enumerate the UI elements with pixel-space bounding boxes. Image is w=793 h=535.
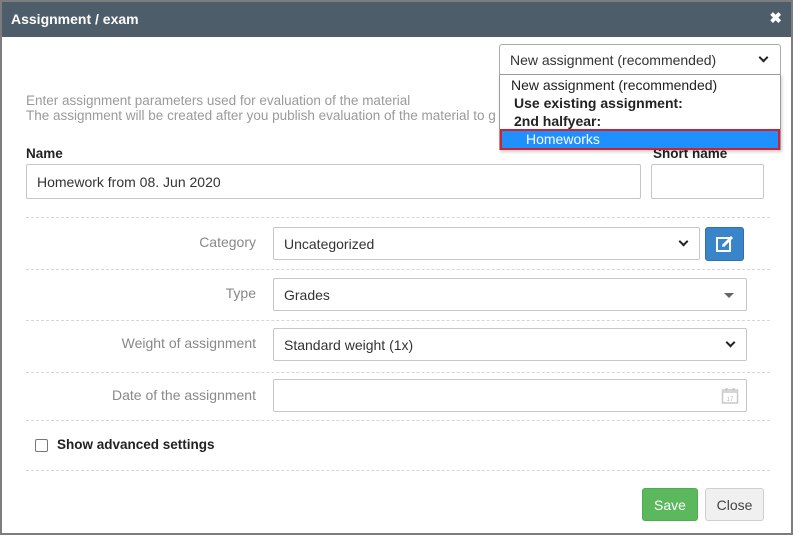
help-text-line1: Enter assignment parameters used for eva…: [26, 93, 411, 108]
category-label: Category: [199, 234, 256, 250]
weight-select-value: Standard weight (1x): [284, 336, 414, 353]
edit-icon: [715, 235, 733, 252]
advanced-settings-checkbox[interactable]: [35, 439, 48, 452]
date-label: Date of the assignment: [112, 387, 256, 403]
name-label: Name: [26, 146, 63, 161]
assignment-select[interactable]: New assignment (recommended): [499, 44, 781, 76]
chevron-down-icon: [678, 236, 689, 247]
close-icon[interactable]: ✖: [769, 11, 782, 26]
chevron-down-icon: [758, 52, 769, 63]
save-button[interactable]: Save: [642, 488, 698, 521]
option-new-assignment[interactable]: New assignment (recommended): [511, 77, 717, 93]
dialog-titlebar: Assignment / exam ✖: [2, 2, 791, 37]
separator: [26, 320, 770, 321]
optgroup-use-existing: Use existing assignment:: [514, 95, 683, 111]
assignment-dialog: Assignment / exam ✖ New assignment (reco…: [0, 0, 793, 535]
type-select-value: Grades: [284, 286, 330, 303]
name-input[interactable]: Homework from 08. Jun 2020: [26, 164, 641, 199]
type-select[interactable]: Grades: [273, 278, 747, 311]
separator: [26, 269, 770, 270]
separator: [26, 420, 770, 421]
assignment-options-list: New assignment (recommended) Use existin…: [499, 74, 781, 150]
separator: [26, 372, 770, 373]
edit-category-button[interactable]: [705, 227, 744, 261]
advanced-settings-label[interactable]: Show advanced settings: [57, 437, 215, 452]
separator: [26, 217, 770, 218]
assignment-select-value: New assignment (recommended): [510, 52, 717, 68]
category-select-value: Uncategorized: [284, 235, 375, 252]
date-input[interactable]: 17: [273, 379, 747, 412]
separator: [26, 470, 770, 471]
option-homeworks-label: Homeworks: [526, 131, 600, 147]
optgroup-2nd-halfyear: 2nd halfyear:: [514, 113, 602, 129]
short-name-input[interactable]: [651, 164, 764, 199]
type-label: Type: [225, 285, 256, 301]
help-text-line2: The assignment will be created after you…: [26, 109, 496, 123]
close-button[interactable]: Close: [705, 488, 764, 521]
category-select[interactable]: Uncategorized: [273, 227, 700, 260]
chevron-down-icon: [725, 337, 736, 348]
svg-text:17: 17: [727, 397, 734, 403]
weight-select[interactable]: Standard weight (1x): [273, 328, 747, 361]
weight-label: Weight of assignment: [121, 335, 256, 351]
name-input-value: Homework from 08. Jun 2020: [37, 173, 221, 190]
dialog-title: Assignment / exam: [11, 11, 139, 27]
option-homeworks[interactable]: Homeworks: [500, 129, 780, 150]
caret-down-icon: [724, 293, 734, 298]
calendar-icon[interactable]: 17: [721, 387, 739, 405]
